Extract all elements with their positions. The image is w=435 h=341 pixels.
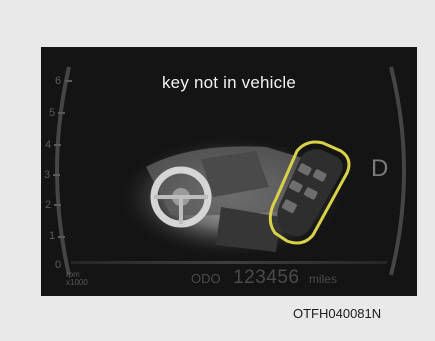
- speedometer-arc: [389, 66, 406, 276]
- tach-scale-0: 0: [55, 259, 62, 271]
- tach-scale-1: 1: [49, 230, 56, 242]
- tach-scale-4: 4: [45, 139, 52, 151]
- tach-scale-5: 5: [49, 107, 56, 119]
- tach-scale-6: 6: [55, 75, 62, 87]
- rpm-unit-label: rpm x1000: [66, 270, 88, 287]
- odometer-value: 123456: [233, 267, 300, 288]
- figure-code: OTFH040081N: [293, 306, 382, 321]
- odometer-unit: miles: [308, 272, 337, 286]
- tach-scale-2: 2: [45, 199, 52, 211]
- tachometer-arc: [55, 66, 71, 276]
- odometer: ODO 123456 miles: [191, 267, 337, 289]
- instrument-cluster-display: key not in vehicle 6 5 4 3 2 1 0 rpm x10…: [41, 47, 417, 296]
- gear-indicator: D: [371, 155, 389, 182]
- odometer-label: ODO: [191, 271, 221, 286]
- tach-scale-3: 3: [44, 169, 51, 181]
- key-not-in-vehicle-message: key not in vehicle: [161, 73, 296, 92]
